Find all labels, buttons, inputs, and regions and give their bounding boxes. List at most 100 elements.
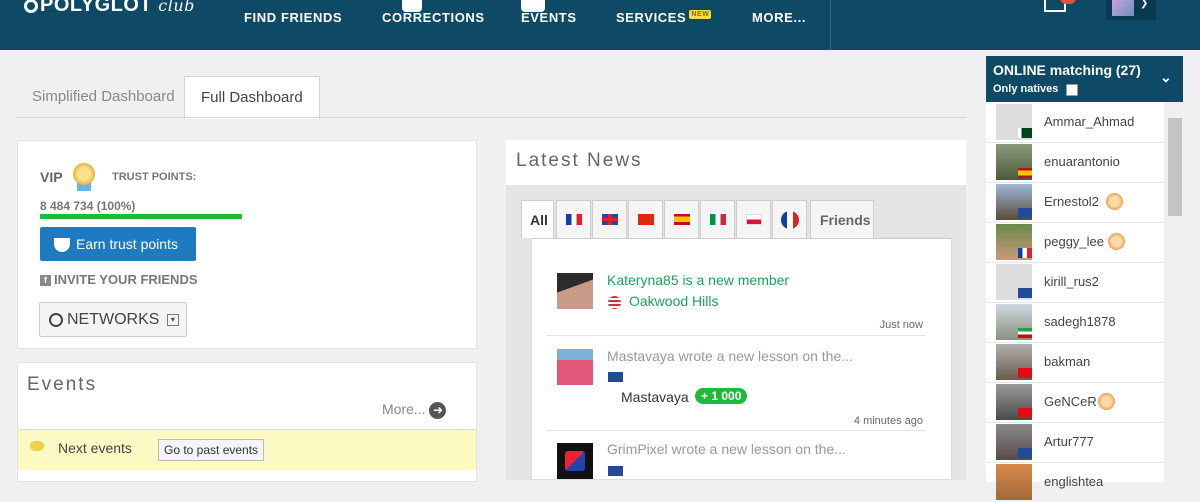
online-user-row[interactable]: englishtea (986, 462, 1164, 502)
news-item-user[interactable]: Mastavaya (621, 389, 689, 405)
arrow-right-icon: ➜ (429, 401, 447, 419)
news-item-location[interactable]: Oakwood Hills (629, 293, 718, 309)
user-menu[interactable]: ❯ (1106, 0, 1156, 20)
trust-card: VIP TRUST POINTS: 8 484 734 (100%) Earn … (17, 140, 477, 349)
user-avatar (996, 464, 1032, 500)
only-natives-checkbox[interactable] (1066, 84, 1078, 96)
invite-friends-link[interactable]: f INVITE YOUR FRIENDS (40, 272, 198, 287)
news-tab-france[interactable] (556, 200, 591, 238)
user-name: peggy_lee (1044, 234, 1104, 249)
iran-flag-icon (1018, 328, 1032, 338)
spain-flag-icon (1018, 168, 1032, 178)
vip-label: VIP (40, 169, 63, 185)
tabs-divider (16, 117, 966, 118)
tab-full-dashboard[interactable]: Full Dashboard (184, 76, 320, 119)
site-logo[interactable]: POLYGLOT club (24, 0, 195, 17)
online-user-row[interactable]: GeNCeR (986, 382, 1164, 423)
top-navigation-bar: POLYGLOT club FIND FRIENDS CORRECTIONS E… (0, 0, 1200, 50)
user-name: bakman (1044, 354, 1091, 369)
news-tab-friends[interactable]: Friends (810, 200, 874, 238)
news-tab-italy[interactable] (700, 200, 735, 238)
news-item-title[interactable]: Mastavaya wrote a new lesson on the... (607, 348, 853, 364)
online-user-row[interactable]: Ammar_Ahmad (986, 102, 1164, 143)
latest-news-title: Latest News (516, 150, 643, 171)
news-avatar (557, 273, 593, 309)
news-item-title[interactable]: GrimPixel wrote a new lesson on the... (607, 441, 846, 457)
pakistan-flag-icon (1018, 128, 1032, 138)
trust-points-value: 8 484 734 (100%) (40, 199, 136, 213)
turkey-flag-icon (1018, 368, 1032, 378)
networks-dropdown[interactable]: NETWORKS ▾ (39, 302, 187, 337)
medal-icon (1098, 393, 1115, 410)
networks-label: NETWORKS (67, 311, 160, 328)
chevron-down-icon[interactable]: ⌄ (1160, 69, 1172, 86)
tab-simplified-dashboard[interactable]: Simplified Dashboard (16, 76, 191, 118)
online-user-row[interactable]: Ernestol2 (986, 182, 1164, 223)
france-round-flag-icon (781, 211, 799, 229)
medal-icon (1108, 233, 1125, 250)
news-item[interactable]: Kateryna85 is a new member Oakwood Hills… (532, 239, 951, 336)
tab-simplified-label: Simplified Dashboard (32, 88, 175, 105)
news-item-time: 4 minutes ago (853, 415, 923, 427)
logo-sub-text: club (158, 0, 195, 15)
news-tab-uk[interactable] (592, 200, 627, 238)
online-user-row[interactable]: sadegh1878 (986, 302, 1164, 343)
chevron-down-icon: ❯ (1140, 0, 1149, 9)
news-tab-france-circle[interactable] (772, 200, 807, 238)
uk-flag-icon (1018, 208, 1032, 218)
nav-events[interactable]: EVENTS (521, 0, 577, 25)
globe-icon (49, 312, 63, 327)
events-card: Events More... ➜ Next events Go to past … (17, 362, 477, 482)
news-tab-all[interactable]: All (521, 200, 554, 238)
nav-services[interactable]: SERVICES NEW (616, 10, 712, 25)
medal-icon (1106, 193, 1123, 210)
corrections-icon (402, 0, 422, 12)
uk-flag-icon (602, 214, 618, 225)
user-name: GeNCeR (1044, 394, 1097, 409)
nav-find-friends[interactable]: FIND FRIENDS (244, 10, 342, 25)
events-more-link[interactable]: More... ➜ (382, 401, 447, 419)
next-events-label: Next events (58, 440, 132, 456)
earn-trust-points-label: Earn trust points (76, 236, 178, 252)
trust-progress-bar (40, 214, 242, 219)
trust-points-label: TRUST POINTS: (112, 171, 197, 183)
earn-trust-points-button[interactable]: Earn trust points (40, 227, 196, 261)
nav-events-label: EVENTS (521, 10, 577, 25)
online-user-row[interactable]: bakman (986, 342, 1164, 383)
past-events-button[interactable]: Go to past events (158, 439, 265, 461)
nav-corrections[interactable]: CORRECTIONS (382, 0, 485, 25)
uk-flag-icon (608, 466, 623, 476)
online-user-row[interactable]: Artur777 (986, 422, 1164, 463)
spain-flag-icon (674, 214, 690, 225)
news-list: Kateryna85 is a new member Oakwood Hills… (531, 238, 952, 480)
vip-medal-icon (73, 163, 95, 185)
news-tab-china[interactable] (628, 200, 663, 238)
user-name: sadegh1878 (1044, 314, 1116, 329)
user-name: englishtea (1044, 474, 1104, 489)
news-tab-spain[interactable] (664, 200, 699, 238)
nav-more[interactable]: MORE... (752, 10, 806, 25)
news-item-title[interactable]: Kateryna85 is a new member (607, 272, 789, 288)
user-name: Ernestol2 (1044, 194, 1099, 209)
logo-main-text: POLYGLOT (40, 0, 153, 16)
uk-flag-icon (1018, 448, 1032, 458)
logo-icon (24, 0, 38, 13)
online-user-row[interactable]: kirill_rus2 (986, 262, 1164, 303)
events-title: Events (27, 374, 98, 395)
news-tab-poland[interactable] (736, 200, 771, 238)
poland-flag-icon (746, 214, 762, 225)
news-item[interactable]: Mastavaya wrote a new lesson on the... M… (532, 336, 951, 430)
trophy-icon (54, 238, 70, 253)
news-avatar (557, 349, 593, 385)
france-flag-icon (566, 214, 582, 225)
tab-full-label: Full Dashboard (201, 89, 303, 106)
nav-services-label: SERVICES (616, 10, 687, 25)
scrollbar-thumb[interactable] (1168, 118, 1182, 216)
online-header[interactable]: ONLINE matching (27) Only natives ⌄ (986, 56, 1183, 102)
news-item[interactable]: GrimPixel wrote a new lesson on the... (532, 431, 951, 481)
news-tab-all-label: All (530, 212, 548, 228)
online-user-row[interactable]: enuarantonio (986, 142, 1164, 183)
next-events-bar: Next events Go to past events (18, 429, 476, 470)
calendar-icon (521, 0, 545, 12)
online-user-row[interactable]: peggy_lee (986, 222, 1164, 263)
